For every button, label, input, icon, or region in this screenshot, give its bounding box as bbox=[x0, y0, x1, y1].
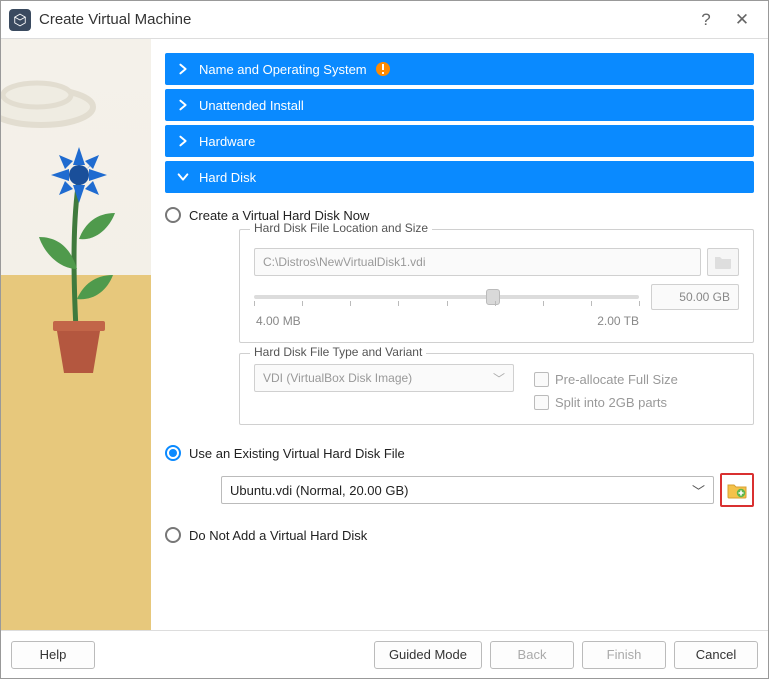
chevron-down-icon bbox=[175, 169, 191, 185]
split-2gb-checkbox: Split into 2GB parts bbox=[534, 395, 678, 410]
checkbox-icon bbox=[534, 395, 549, 410]
sidebar-illustration bbox=[1, 69, 151, 449]
section-label: Hardware bbox=[199, 134, 255, 149]
finish-button[interactable]: Finish bbox=[582, 641, 666, 669]
warning-icon bbox=[375, 61, 391, 77]
add-disk-button[interactable] bbox=[720, 473, 754, 507]
section-hard-disk[interactable]: Hard Disk bbox=[165, 161, 754, 193]
section-label: Unattended Install bbox=[199, 98, 304, 113]
main-panel: Name and Operating System Unattended Ins… bbox=[151, 39, 768, 630]
chevron-right-icon bbox=[175, 133, 191, 149]
folder-icon bbox=[714, 254, 732, 270]
disk-size-value: 50.00 GB bbox=[651, 284, 739, 310]
group-type-variant: Hard Disk File Type and Variant VDI (Vir… bbox=[239, 353, 754, 425]
radio-icon bbox=[165, 445, 181, 461]
create-vm-window: Create Virtual Machine ? ✕ bbox=[0, 0, 769, 679]
chevron-right-icon bbox=[175, 97, 191, 113]
axis-max: 2.00 TB bbox=[597, 314, 639, 328]
help-button[interactable]: ? bbox=[688, 2, 724, 38]
section-label: Name and Operating System bbox=[199, 62, 367, 77]
close-button[interactable]: ✕ bbox=[724, 2, 760, 38]
chevron-right-icon bbox=[175, 61, 191, 77]
window-title: Create Virtual Machine bbox=[39, 11, 191, 28]
browse-folder-button bbox=[707, 248, 739, 276]
checkbox-icon bbox=[534, 372, 549, 387]
disk-path-input: C:\Distros\NewVirtualDisk1.vdi bbox=[254, 248, 701, 276]
back-button[interactable]: Back bbox=[490, 641, 574, 669]
cancel-button[interactable]: Cancel bbox=[674, 641, 758, 669]
group-legend: Hard Disk File Location and Size bbox=[250, 221, 432, 235]
section-hardware[interactable]: Hardware bbox=[165, 125, 754, 157]
help-button[interactable]: Help bbox=[11, 641, 95, 669]
disk-size-slider bbox=[254, 287, 639, 307]
axis-min: 4.00 MB bbox=[256, 314, 301, 328]
chevron-down-icon: ﹀ bbox=[692, 481, 705, 500]
preallocate-checkbox: Pre-allocate Full Size bbox=[534, 372, 678, 387]
option-no-disk[interactable]: Do Not Add a Virtual Hard Disk bbox=[165, 527, 754, 543]
radio-icon bbox=[165, 527, 181, 543]
footer: Help Guided Mode Back Finish Cancel bbox=[1, 630, 768, 678]
app-icon bbox=[9, 9, 31, 31]
section-unattended[interactable]: Unattended Install bbox=[165, 89, 754, 121]
group-location-size: Hard Disk File Location and Size C:\Dist… bbox=[239, 229, 754, 343]
section-label: Hard Disk bbox=[199, 170, 256, 185]
disk-type-select: VDI (VirtualBox Disk Image) ﹀ bbox=[254, 364, 514, 392]
option-use-existing[interactable]: Use an Existing Virtual Hard Disk File bbox=[165, 445, 754, 461]
folder-add-icon bbox=[727, 481, 747, 499]
wizard-sidebar bbox=[1, 39, 151, 630]
group-legend: Hard Disk File Type and Variant bbox=[250, 345, 426, 359]
chevron-down-icon: ﹀ bbox=[493, 370, 505, 387]
guided-mode-button[interactable]: Guided Mode bbox=[374, 641, 482, 669]
titlebar: Create Virtual Machine ? ✕ bbox=[1, 1, 768, 39]
existing-disk-select[interactable]: Ubuntu.vdi (Normal, 20.00 GB) ﹀ bbox=[221, 476, 714, 504]
section-name-os[interactable]: Name and Operating System bbox=[165, 53, 754, 85]
radio-icon bbox=[165, 207, 181, 223]
